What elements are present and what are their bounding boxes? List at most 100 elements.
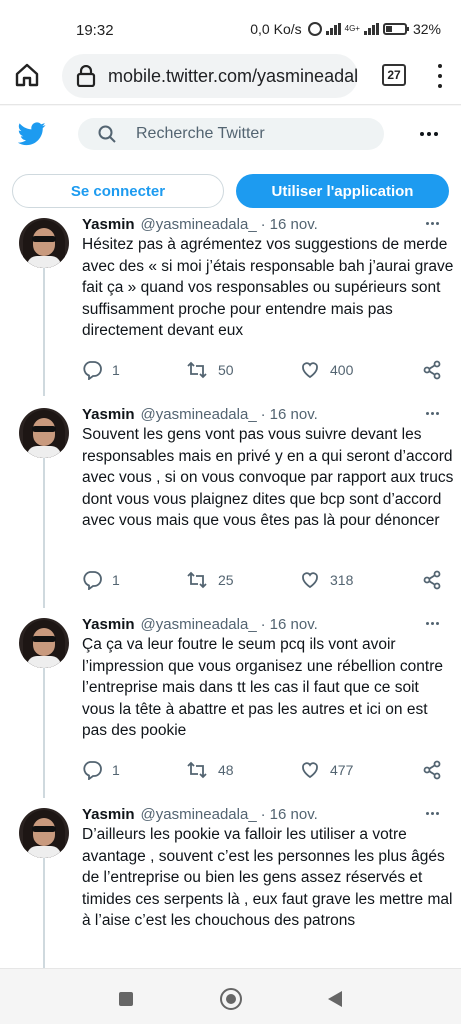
separator: · xyxy=(260,405,266,423)
home-button[interactable] xyxy=(220,988,242,1010)
battery-level: 32% xyxy=(412,21,441,37)
search-input[interactable]: Recherche Twitter xyxy=(78,118,384,150)
retweet-button[interactable]: 48 xyxy=(186,760,234,780)
signal-icon-2 xyxy=(363,23,379,35)
like-button[interactable]: 400 xyxy=(300,360,353,380)
reply-count: 1 xyxy=(112,362,120,378)
tweet[interactable]: Yasmin @yasmineadala_ · 16 nov. Hésitez … xyxy=(0,214,461,384)
tweet-header: Yasmin @yasmineadala_ · 16 nov. xyxy=(82,404,318,424)
tweet-text: Hésitez pas à agrémentez vos suggestions… xyxy=(82,236,454,339)
url-text: mobile.twitter.com/yasmineadala xyxy=(108,65,358,86)
user-handle[interactable]: @yasmineadala_ xyxy=(141,216,257,233)
tweet-header: Yasmin @yasmineadala_ · 16 nov. xyxy=(82,804,318,824)
separator: · xyxy=(260,615,266,633)
avatar[interactable] xyxy=(19,408,69,458)
signal-icon xyxy=(325,23,341,35)
tweet-more-icon[interactable] xyxy=(426,412,439,415)
user-handle[interactable]: @yasmineadala_ xyxy=(141,406,257,423)
share-icon xyxy=(423,360,441,380)
avatar[interactable] xyxy=(19,618,69,668)
reply-button[interactable]: 1 xyxy=(82,360,120,380)
retweet-icon xyxy=(187,571,207,589)
twitter-bird-icon[interactable] xyxy=(17,122,46,146)
tweet[interactable]: Yasmin @yasmineadala_ · 16 nov. Ça ça va… xyxy=(0,614,461,784)
battery-icon xyxy=(382,23,409,35)
recent-apps-button[interactable] xyxy=(119,992,133,1006)
share-button[interactable] xyxy=(422,360,442,380)
tweet-more-icon[interactable] xyxy=(426,622,439,625)
status-icons: 4G+ xyxy=(307,22,409,36)
browser-menu-icon[interactable] xyxy=(436,64,444,88)
tweet[interactable]: Yasmin @yasmineadala_ · 16 nov. D’ailleu… xyxy=(0,804,461,968)
user-name[interactable]: Yasmin xyxy=(82,406,135,423)
reply-count: 1 xyxy=(112,762,120,778)
tweet-actions: 1 48 477 xyxy=(82,758,454,782)
tweet-date[interactable]: 16 nov. xyxy=(270,616,318,633)
tweet-date[interactable]: 16 nov. xyxy=(270,806,318,823)
user-name[interactable]: Yasmin xyxy=(82,806,135,823)
retweet-button[interactable]: 25 xyxy=(186,570,234,590)
retweet-count: 25 xyxy=(218,572,234,588)
tweet-date[interactable]: 16 nov. xyxy=(270,406,318,423)
like-button[interactable]: 477 xyxy=(300,760,353,780)
address-bar[interactable]: mobile.twitter.com/yasmineadala xyxy=(62,54,358,98)
tweet-date[interactable]: 16 nov. xyxy=(270,216,318,233)
login-button[interactable]: Se connecter xyxy=(12,174,224,208)
tweet-text: Ça ça va leur foutre le seum pcq ils von… xyxy=(82,636,444,739)
reply-button[interactable]: 1 xyxy=(82,760,120,780)
share-icon xyxy=(423,760,441,780)
avatar[interactable] xyxy=(19,808,69,858)
like-count: 400 xyxy=(330,362,354,378)
tab-switcher-button[interactable]: 27 xyxy=(382,64,406,86)
reply-count: 1 xyxy=(112,572,120,588)
like-count: 477 xyxy=(330,762,354,778)
use-app-button[interactable]: Utiliser l'application xyxy=(236,174,449,208)
user-handle[interactable]: @yasmineadala_ xyxy=(141,616,257,633)
retweet-count: 50 xyxy=(218,362,234,378)
status-right: 0,0 Ko/s 4G+ 32% xyxy=(250,21,441,37)
tweet-actions: 1 25 318 xyxy=(82,568,454,592)
retweet-button[interactable]: 50 xyxy=(186,360,234,380)
retweet-icon xyxy=(187,361,207,379)
network-type: 4G+ xyxy=(344,24,360,33)
tweet-text: Souvent les gens vont pas vous suivre de… xyxy=(82,426,454,529)
retweet-icon xyxy=(187,761,207,779)
system-navigation-bar xyxy=(0,968,461,1024)
reply-icon xyxy=(83,361,102,380)
share-button[interactable] xyxy=(422,570,442,590)
back-button[interactable] xyxy=(328,991,342,1007)
search-icon xyxy=(98,125,116,143)
retweet-count: 48 xyxy=(218,762,234,778)
user-name[interactable]: Yasmin xyxy=(82,616,135,633)
tweet[interactable]: Yasmin @yasmineadala_ · 16 nov. Souvent … xyxy=(0,404,461,594)
search-placeholder: Recherche Twitter xyxy=(136,125,265,142)
more-options-icon[interactable] xyxy=(420,132,438,136)
heart-icon xyxy=(302,362,318,379)
home-icon[interactable] xyxy=(14,62,40,88)
reply-icon xyxy=(83,571,102,590)
twitter-header: Recherche Twitter xyxy=(0,106,461,164)
status-bar: 19:32 0,0 Ko/s 4G+ 32% xyxy=(0,0,461,50)
avatar[interactable] xyxy=(19,218,69,268)
like-button[interactable]: 318 xyxy=(300,570,353,590)
user-handle[interactable]: @yasmineadala_ xyxy=(141,806,257,823)
share-icon xyxy=(423,570,441,590)
tweet-more-icon[interactable] xyxy=(426,812,439,815)
tweet-header: Yasmin @yasmineadala_ · 16 nov. xyxy=(82,614,318,634)
user-name[interactable]: Yasmin xyxy=(82,216,135,233)
share-button[interactable] xyxy=(422,760,442,780)
reply-button[interactable]: 1 xyxy=(82,570,120,590)
browser-toolbar: mobile.twitter.com/yasmineadala 27 xyxy=(0,50,461,104)
tweet-text: D’ailleurs les pookie va falloir les uti… xyxy=(82,826,453,929)
reply-icon xyxy=(83,761,102,780)
network-speed: 0,0 Ko/s xyxy=(250,21,302,37)
like-count: 318 xyxy=(330,572,354,588)
separator: · xyxy=(260,805,266,823)
lock-icon xyxy=(76,64,96,88)
heart-icon xyxy=(302,572,318,589)
status-time: 19:32 xyxy=(76,22,114,39)
tweet-actions: 1 50 400 xyxy=(82,358,454,382)
separator: · xyxy=(260,215,266,233)
tweet-more-icon[interactable] xyxy=(426,222,439,225)
tweet-header: Yasmin @yasmineadala_ · 16 nov. xyxy=(82,214,318,234)
